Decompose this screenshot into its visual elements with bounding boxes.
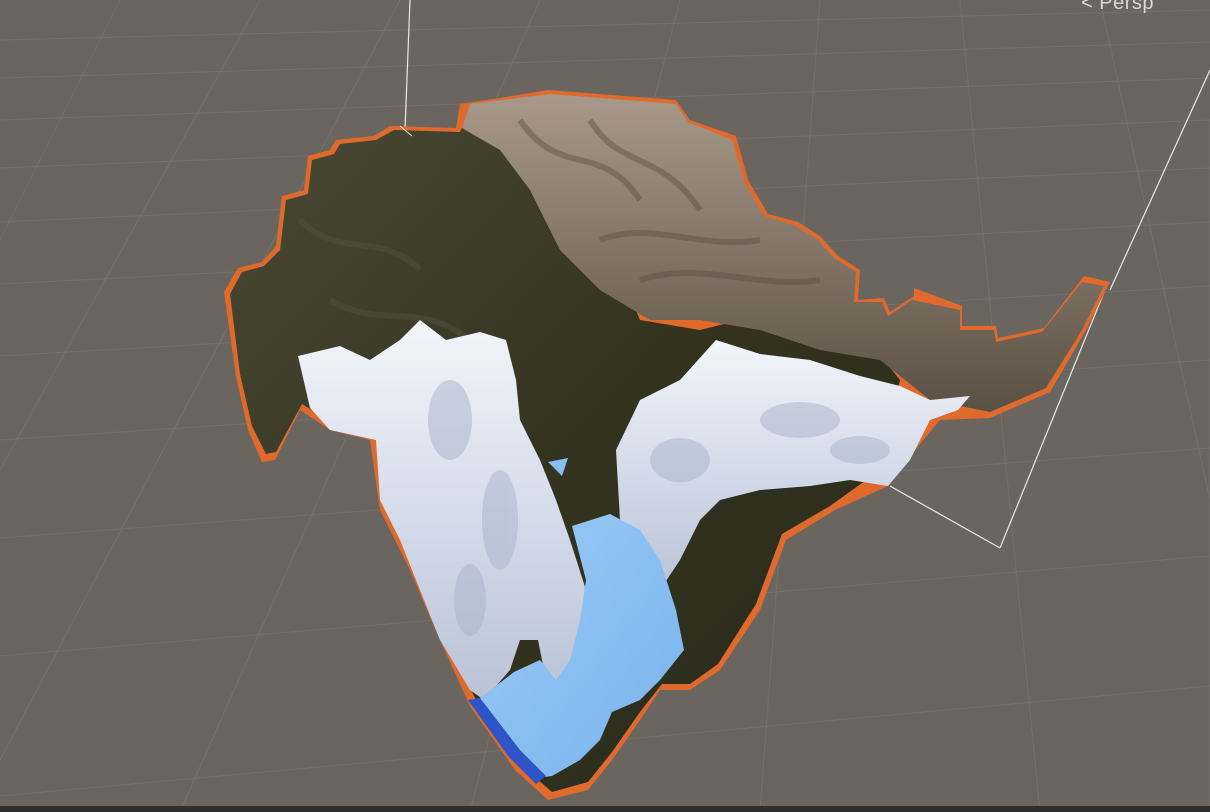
scene-view[interactable]: < Persp [0,0,1210,812]
scene-viewport[interactable] [0,0,1210,812]
scene-view-bottom-border [0,806,1210,812]
terrain-object[interactable] [224,90,1110,800]
view-mode-label: Persp [1099,0,1154,14]
view-mode-toggle[interactable]: < Persp [1081,0,1154,15]
chevron-left-icon: < [1081,0,1094,14]
